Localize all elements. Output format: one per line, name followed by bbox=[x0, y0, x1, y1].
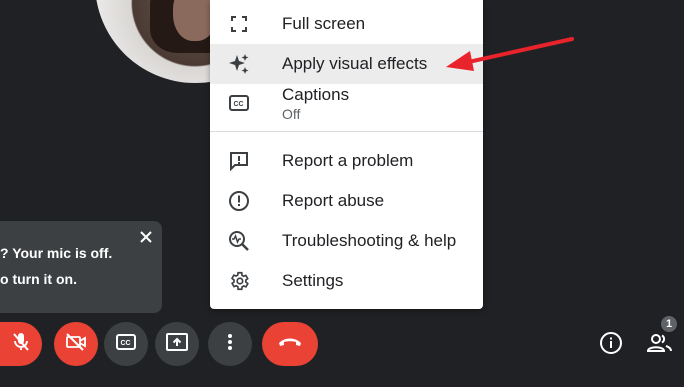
mic-off-tooltip: ? Your mic is off. o turn it on. bbox=[0, 221, 162, 313]
participants-button[interactable] bbox=[646, 332, 673, 358]
menu-item-label: Settings bbox=[282, 271, 344, 290]
annotation-arrow bbox=[446, 37, 574, 71]
present-screen-button[interactable] bbox=[155, 322, 199, 366]
menu-item-report-abuse[interactable]: Report abuse bbox=[210, 181, 483, 221]
more-options-button[interactable] bbox=[208, 322, 252, 366]
captions-icon: CC bbox=[116, 333, 136, 355]
fullscreen-icon bbox=[227, 12, 251, 36]
meeting-details-button[interactable] bbox=[598, 331, 624, 360]
feedback-icon bbox=[227, 149, 251, 173]
report-abuse-icon bbox=[227, 189, 251, 213]
menu-item-label: Report abuse bbox=[282, 191, 385, 210]
gear-icon bbox=[227, 269, 251, 293]
info-icon bbox=[599, 331, 623, 360]
present-screen-icon bbox=[166, 332, 188, 356]
camera-off-icon bbox=[65, 332, 87, 356]
menu-item-troubleshooting[interactable]: Troubleshooting & help bbox=[210, 221, 483, 261]
close-icon[interactable] bbox=[138, 229, 154, 245]
end-call-button[interactable] bbox=[262, 322, 318, 366]
menu-item-settings[interactable]: Settings bbox=[210, 261, 483, 301]
mic-toggle-button[interactable] bbox=[0, 322, 42, 366]
svg-text:CC: CC bbox=[234, 101, 244, 108]
menu-divider bbox=[210, 131, 483, 132]
menu-item-captions[interactable]: CC Captions Off bbox=[210, 83, 483, 127]
hang-up-icon bbox=[277, 335, 303, 353]
participant-count-badge: 1 bbox=[661, 316, 677, 332]
menu-item-label: Captions bbox=[282, 85, 350, 104]
captions-icon: CC bbox=[227, 91, 251, 115]
troubleshoot-icon bbox=[227, 229, 251, 253]
camera-toggle-button[interactable] bbox=[54, 322, 98, 366]
tooltip-line-1: ? Your mic is off. bbox=[0, 245, 113, 261]
svg-text:CC: CC bbox=[121, 340, 131, 347]
menu-item-label: Report a problem bbox=[282, 151, 414, 170]
captions-button[interactable]: CC bbox=[104, 322, 148, 366]
people-icon bbox=[646, 333, 673, 358]
menu-item-report-problem[interactable]: Report a problem bbox=[210, 141, 483, 181]
tooltip-line-2: o turn it on. bbox=[0, 271, 77, 287]
menu-item-label: Apply visual effects bbox=[282, 54, 428, 73]
menu-item-label: Full screen bbox=[282, 14, 366, 33]
captions-state: Off bbox=[282, 106, 301, 122]
mic-off-icon bbox=[12, 332, 30, 357]
more-vert-icon bbox=[227, 333, 233, 356]
sparkle-icon bbox=[227, 52, 251, 76]
menu-item-label: Troubleshooting & help bbox=[282, 231, 457, 250]
